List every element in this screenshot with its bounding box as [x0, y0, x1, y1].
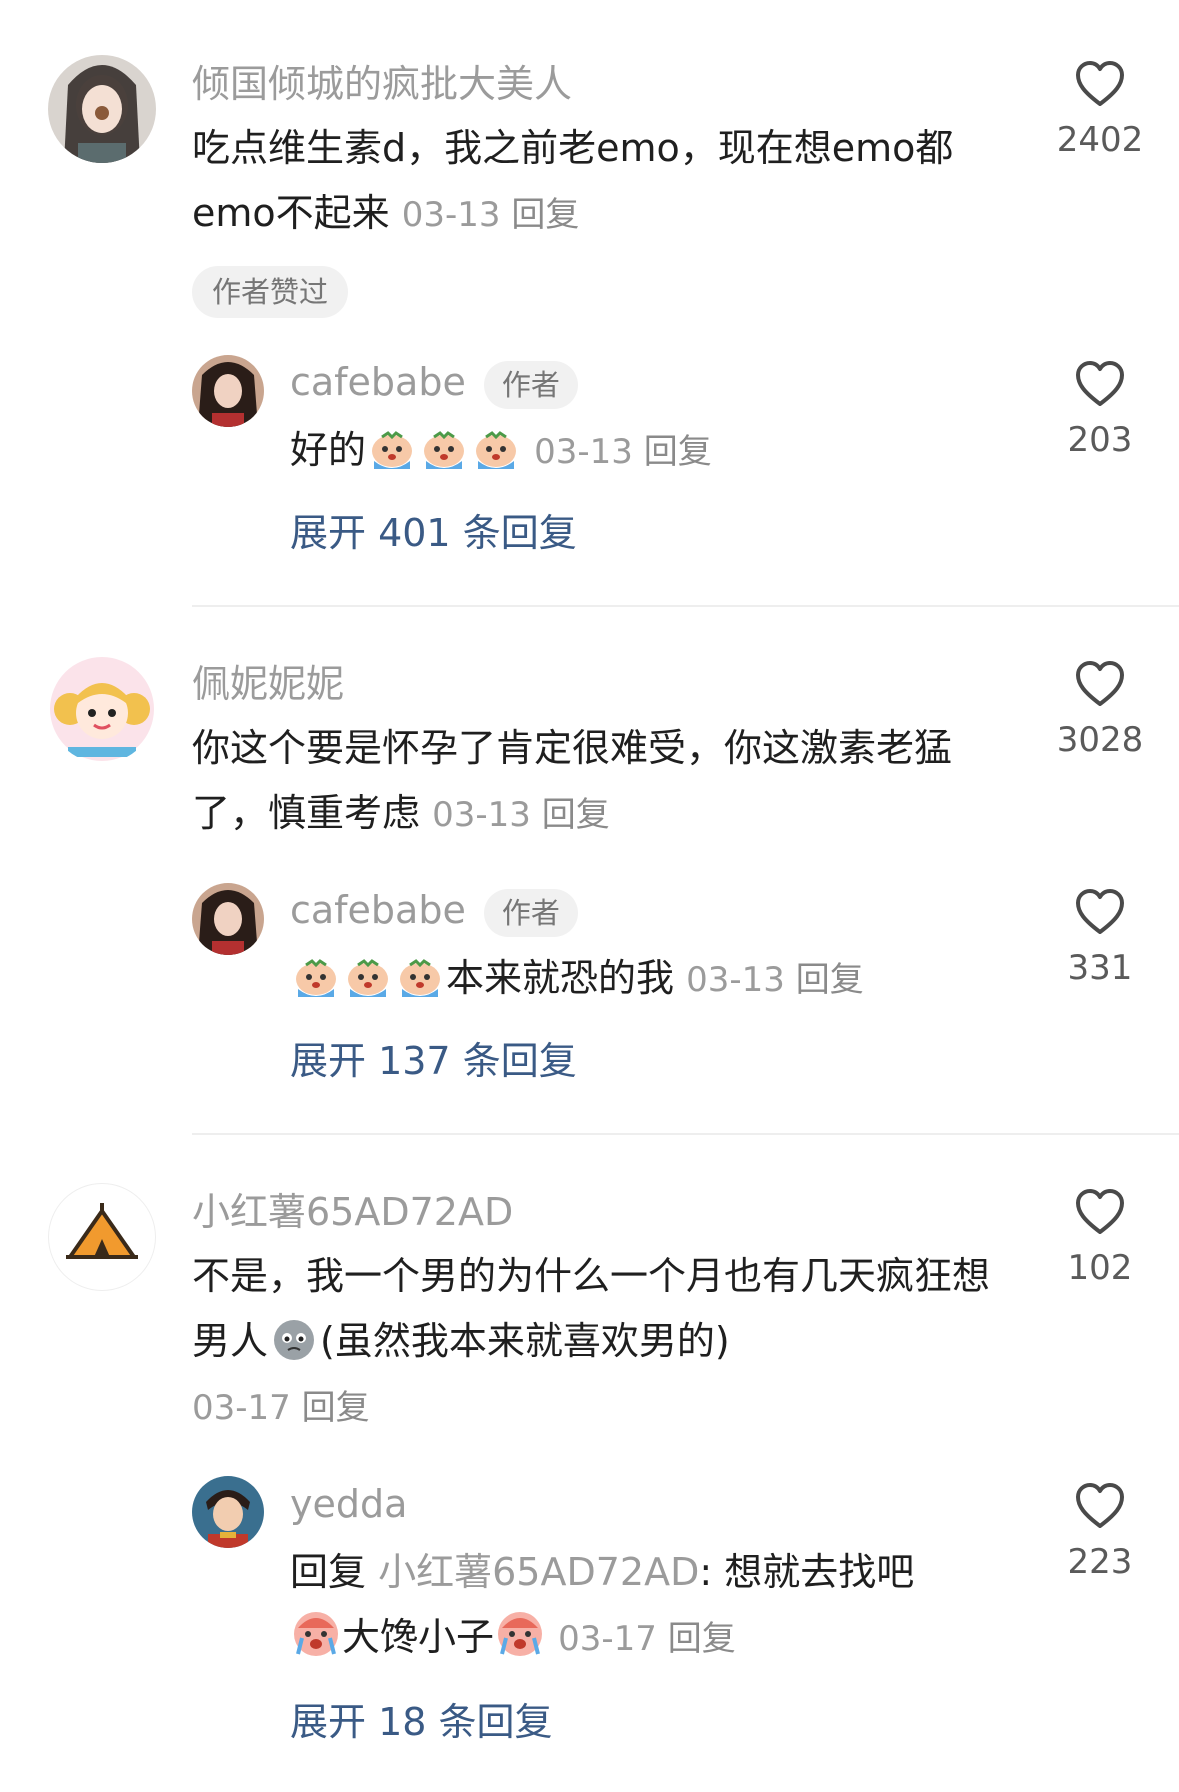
- expand-replies-button[interactable]: 展开 18 条回复: [290, 1697, 553, 1747]
- comment-username[interactable]: 小红薯65AD72AD: [192, 1188, 513, 1236]
- reply-button[interactable]: 回复: [302, 1388, 370, 1428]
- author-tag: 作者: [483, 360, 578, 409]
- comment-text: 你这个要是怀孕了肯定很难受，你这激素老猛了，慎重考虑 03-13 回复: [192, 716, 1022, 848]
- reply-content: 本来就恐的我: [446, 956, 675, 1000]
- reply-text: 好的 03-13 回复: [290, 418, 1010, 485]
- author-tag: 作者: [483, 888, 578, 937]
- reply-content-mid: 大馋小子: [342, 1615, 495, 1659]
- reply-content: 好的: [290, 428, 367, 472]
- divider: [192, 1133, 1179, 1135]
- reply-prefix: 回复: [290, 1550, 367, 1594]
- author-liked-badge: 作者赞过: [192, 266, 349, 318]
- reply-text: 回复 小红薯65AD72AD: 想就去找吧大馋小子 03-17 回复: [290, 1540, 1010, 1672]
- heart-icon: [1076, 361, 1124, 406]
- reply-mention[interactable]: 小红薯65AD72AD: [378, 1550, 699, 1594]
- heart-icon: [1076, 1189, 1124, 1234]
- comment-date: 03-17: [192, 1388, 291, 1428]
- reply-username-text[interactable]: cafebabe: [290, 888, 466, 932]
- reply-date: 03-13: [534, 432, 633, 472]
- reply-content: : 想就去找吧: [699, 1550, 915, 1594]
- avatar[interactable]: [48, 1183, 156, 1291]
- heart-icon: [1076, 661, 1124, 706]
- reply-button[interactable]: 回复: [796, 960, 864, 1000]
- comment-text: 不是，我一个男的为什么一个月也有几天疯狂想男人 (虽然我本来就喜欢男的) 03-1…: [192, 1244, 1022, 1441]
- like-count: 203: [1067, 420, 1133, 460]
- avatar[interactable]: [48, 55, 156, 163]
- comment-meta: 03-17 回复: [192, 1388, 370, 1428]
- like-count: 331: [1067, 948, 1133, 988]
- like-button[interactable]: 3028: [1045, 660, 1155, 762]
- crying-face-emoji-icon: [290, 1608, 342, 1660]
- like-count: 3028: [1056, 720, 1144, 760]
- avatar[interactable]: [192, 1476, 264, 1548]
- reply-date: 03-13: [686, 960, 785, 1000]
- comment-date: 03-13: [401, 195, 501, 235]
- like-button[interactable]: 223: [1045, 1482, 1155, 1584]
- reply-text: 本来就恐的我 03-13 回复: [290, 946, 1010, 1013]
- avatar[interactable]: [192, 883, 264, 955]
- comment-meta: 03-13 回复: [402, 195, 580, 235]
- reply-username-text[interactable]: cafebabe: [290, 360, 466, 404]
- expand-replies-button[interactable]: 展开 401 条回复: [290, 508, 577, 558]
- heart-icon: [1076, 889, 1124, 934]
- avatar[interactable]: [192, 355, 264, 427]
- comment-username[interactable]: 倾国倾城的疯批大美人: [192, 60, 572, 108]
- heart-icon: [1076, 61, 1124, 106]
- reply-meta: 03-13 回复: [534, 432, 712, 472]
- reply-button[interactable]: 回复: [511, 195, 579, 235]
- reply-username[interactable]: yedda: [290, 1480, 407, 1528]
- comment-date: 03-13: [432, 795, 531, 835]
- reply-button[interactable]: 回复: [668, 1619, 736, 1659]
- like-count: 223: [1067, 1542, 1133, 1582]
- like-button[interactable]: 331: [1045, 888, 1155, 990]
- like-count: 102: [1067, 1248, 1133, 1288]
- like-button[interactable]: 203: [1045, 360, 1155, 462]
- crying-emoji-icon: [418, 421, 470, 473]
- avatar[interactable]: [48, 655, 156, 763]
- crying-emoji-icon: [394, 949, 446, 1001]
- like-button[interactable]: 2402: [1045, 60, 1155, 162]
- reply-username: cafebabe 作者: [290, 358, 578, 409]
- crying-emoji-icon: [342, 949, 394, 1001]
- heart-icon: [1076, 1483, 1124, 1528]
- reply-meta: 03-17 回复: [558, 1619, 736, 1659]
- like-button[interactable]: 102: [1045, 1188, 1155, 1290]
- comment-text: 吃点维生素d，我之前老emo，现在想emo都emo不起来 03-13 回复: [192, 116, 1022, 248]
- comment-content-aside: (虽然我本来就喜欢男的): [320, 1319, 730, 1363]
- reply-button[interactable]: 回复: [542, 795, 610, 835]
- comment-meta: 03-13 回复: [432, 795, 610, 835]
- like-count: 2402: [1056, 120, 1144, 160]
- reply-date: 03-17: [558, 1619, 657, 1659]
- crying-emoji-icon: [290, 949, 342, 1001]
- grey-face-emoji-icon: [268, 1312, 320, 1364]
- reply-username: cafebabe 作者: [290, 886, 578, 937]
- reply-button[interactable]: 回复: [644, 432, 712, 472]
- expand-replies-button[interactable]: 展开 137 条回复: [290, 1036, 577, 1086]
- crying-emoji-icon: [470, 421, 522, 473]
- crying-emoji-icon: [366, 421, 418, 473]
- comment-username[interactable]: 佩妮妮妮: [192, 660, 344, 708]
- reply-meta: 03-13 回复: [686, 960, 864, 1000]
- divider: [192, 605, 1179, 607]
- crying-face-emoji-icon: [494, 1608, 546, 1660]
